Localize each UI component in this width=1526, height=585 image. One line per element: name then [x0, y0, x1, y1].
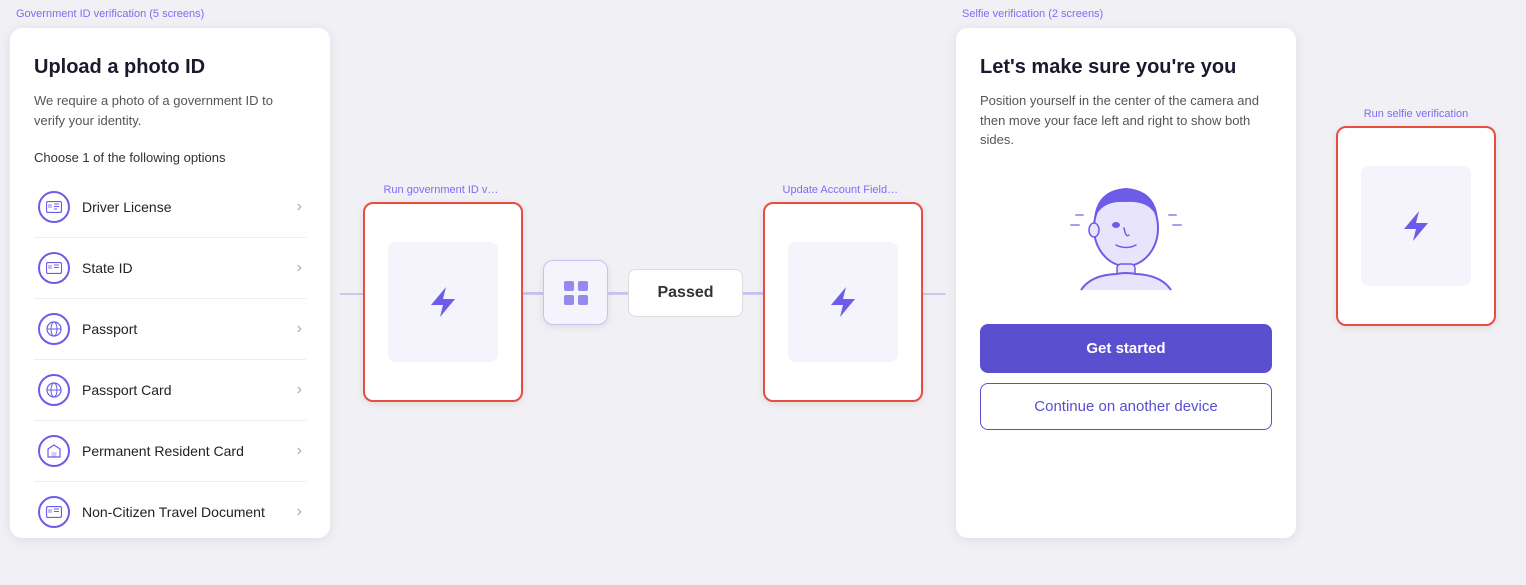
chevron-icon: ›	[297, 442, 302, 460]
update-fields-inner	[788, 242, 898, 362]
chevron-icon: ›	[297, 320, 302, 338]
state-id-icon	[38, 252, 70, 284]
option-non-citizen[interactable]: Non-Citizen Travel Document ›	[34, 482, 306, 538]
selfie-illustration	[980, 170, 1272, 300]
gov-id-card: Upload a photo ID We require a photo of …	[10, 28, 330, 538]
connector-node	[543, 260, 608, 325]
chevron-icon: ›	[297, 198, 302, 216]
non-citizen-label: Non-Citizen Travel Document	[82, 504, 265, 520]
connector-2	[608, 292, 628, 294]
driver-license-icon	[38, 191, 70, 223]
left-section-label: Government ID verification (5 screens)	[10, 8, 330, 20]
option-state-id[interactable]: State ID ›	[34, 238, 306, 299]
main-container: Government ID verification (5 screens) U…	[0, 0, 1526, 585]
right-panel: Selfie verification (2 screens) Let's ma…	[946, 0, 1306, 585]
bolt-icon-2	[825, 284, 861, 320]
permanent-resident-icon	[38, 435, 70, 467]
flow-area: Run government ID verifi...	[340, 0, 946, 585]
option-passport-card[interactable]: Passport Card ›	[34, 360, 306, 421]
right-section-label: Selfie verification (2 screens)	[956, 8, 1296, 20]
connector-3	[743, 292, 763, 294]
gov-id-node: Run government ID verifi...	[363, 184, 523, 402]
chevron-icon: ›	[297, 503, 302, 521]
connector-flow-card	[543, 260, 608, 325]
passed-badge: Passed	[628, 269, 742, 317]
non-citizen-icon	[38, 496, 70, 528]
selfie-flow-node: Run selfie verification	[1336, 108, 1496, 326]
card-description: We require a photo of a government ID to…	[34, 91, 306, 130]
selfie-flow-label: Run selfie verification	[1364, 108, 1469, 120]
get-started-button[interactable]: Get started	[980, 324, 1272, 373]
selfie-inner-card	[1361, 166, 1471, 286]
permanent-resident-label: Permanent Resident Card	[82, 443, 244, 459]
bolt-icon	[425, 284, 461, 320]
continue-device-button[interactable]: Continue on another device	[980, 383, 1272, 430]
bolt-icon-selfie	[1398, 208, 1434, 244]
update-fields-label: Update Account Fields fr...	[783, 184, 903, 196]
face-scan-svg	[1061, 170, 1191, 300]
option-passport[interactable]: Passport ›	[34, 299, 306, 360]
selfie-flow-card[interactable]	[1336, 126, 1496, 326]
choose-label: Choose 1 of the following options	[34, 150, 306, 165]
far-right-panel: Run selfie verification	[1306, 0, 1526, 585]
passport-icon	[38, 313, 70, 345]
selfie-card: Let's make sure you're you Position your…	[956, 28, 1296, 538]
gov-id-inner-card	[388, 242, 498, 362]
passport-card-label: Passport Card	[82, 382, 171, 398]
left-panel: Government ID verification (5 screens) U…	[0, 0, 340, 585]
card-title: Upload a photo ID	[34, 56, 306, 79]
selfie-description: Position yourself in the center of the c…	[980, 91, 1272, 150]
connector-1	[523, 292, 543, 294]
gov-id-node-label: Run government ID verifi...	[383, 184, 503, 196]
gov-id-flow-card[interactable]	[363, 202, 523, 402]
grid-icon	[562, 279, 590, 307]
update-fields-card[interactable]	[763, 202, 923, 402]
chevron-icon: ›	[297, 381, 302, 399]
update-fields-node: Update Account Fields fr...	[763, 184, 923, 402]
option-driver-license[interactable]: Driver License ›	[34, 177, 306, 238]
passport-card-icon	[38, 374, 70, 406]
state-id-label: State ID	[82, 260, 133, 276]
selfie-title: Let's make sure you're you	[980, 56, 1272, 79]
option-permanent-resident[interactable]: Permanent Resident Card ›	[34, 421, 306, 482]
chevron-icon: ›	[297, 259, 302, 277]
passport-label: Passport	[82, 321, 137, 337]
driver-license-label: Driver License	[82, 199, 171, 215]
